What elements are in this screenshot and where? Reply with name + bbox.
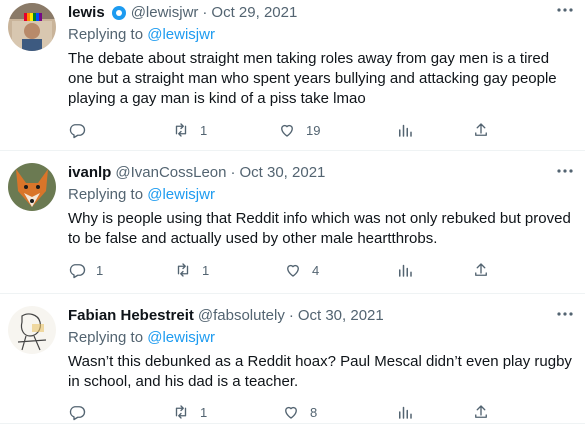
views-icon	[399, 124, 412, 137]
separator-dot: ·	[288, 307, 294, 324]
like-icon	[287, 264, 299, 277]
avatar-photo-rainbow-flag-icon	[8, 3, 56, 51]
tweet-header: ivanlp @IvanCossLeon · Oct 30, 2021	[68, 163, 575, 183]
share-icon	[475, 405, 487, 418]
views-button[interactable]	[396, 120, 414, 140]
replying-to-link[interactable]: @lewisjwr	[147, 186, 215, 203]
tweet-text: Wasn’t this debunked as a Reddit hoax? P…	[68, 353, 572, 390]
tweet-date[interactable]: Oct 30, 2021	[298, 306, 384, 326]
like-count: 4	[312, 262, 320, 278]
replying-to-link[interactable]: @lewisjwr	[147, 329, 215, 346]
tweet-header: lewis @lewisjwr · Oct 29, 2021	[68, 3, 575, 23]
avatar-fox-icon	[8, 163, 56, 211]
retweet-button[interactable]: 1	[172, 402, 207, 422]
replying-to-link[interactable]: @lewisjwr	[147, 26, 215, 43]
like-icon	[285, 406, 297, 419]
avatar[interactable]	[8, 306, 56, 354]
tweet-3[interactable]: Fabian Hebestreit @fabsolutely · Oct 30,…	[0, 294, 585, 424]
tweet-text: Why is people using that Reddit info whi…	[68, 210, 571, 247]
tweet-date[interactable]: Oct 29, 2021	[211, 3, 297, 23]
avatar[interactable]	[8, 163, 56, 211]
like-button[interactable]: 4	[284, 260, 319, 280]
reply-icon	[69, 264, 86, 279]
retweet-icon	[177, 263, 189, 277]
share-icon	[475, 263, 487, 276]
tweet-actions: 1 19	[68, 120, 493, 140]
replying-to-label: Replying to	[68, 186, 144, 203]
reply-icon	[69, 124, 86, 139]
reply-icon	[69, 406, 86, 421]
retweet-count: 1	[200, 122, 208, 138]
avatar[interactable]	[8, 3, 56, 51]
tweet-actions: 1 1 4	[68, 260, 493, 280]
reply-button[interactable]: 1	[68, 260, 103, 280]
tweet-2[interactable]: ivanlp @IvanCossLeon · Oct 30, 2021 Repl…	[0, 151, 585, 294]
more-icon[interactable]	[555, 163, 575, 179]
more-icon[interactable]	[555, 306, 575, 322]
share-button[interactable]	[472, 120, 490, 140]
more-icon[interactable]	[555, 2, 575, 18]
separator-dot: ·	[230, 164, 236, 181]
share-icon	[475, 123, 487, 136]
verified-badge-icon	[111, 5, 127, 21]
like-button[interactable]: 8	[282, 402, 317, 422]
author-name[interactable]: ivanlp	[68, 163, 111, 183]
author-name[interactable]: Fabian Hebestreit	[68, 306, 194, 326]
tweet-date[interactable]: Oct 30, 2021	[239, 163, 325, 183]
like-icon	[281, 124, 293, 137]
views-button[interactable]	[396, 402, 414, 422]
like-button[interactable]: 19	[278, 120, 320, 140]
author-handle[interactable]: @fabsolutely	[198, 306, 285, 326]
replying-to: Replying to @lewisjwr	[68, 185, 575, 205]
like-count: 19	[306, 122, 321, 138]
replying-to: Replying to @lewisjwr	[68, 328, 575, 348]
retweet-icon	[175, 123, 187, 137]
views-icon	[399, 406, 412, 419]
reply-button[interactable]	[68, 120, 96, 140]
share-button[interactable]	[472, 402, 490, 422]
separator-dot: ·	[202, 4, 208, 21]
tweet-text: The debate about straight men taking rol…	[68, 50, 557, 107]
author-handle[interactable]: @IvanCossLeon	[115, 163, 226, 183]
tweet-1[interactable]: lewis @lewisjwr · Oct 29, 2021 Replying …	[0, 0, 585, 151]
author-name[interactable]: lewis	[68, 3, 105, 23]
avatar-sketch-drawing-icon	[8, 306, 56, 354]
retweet-button[interactable]: 1	[174, 260, 209, 280]
views-button[interactable]	[396, 260, 414, 280]
retweet-button[interactable]: 1	[172, 120, 207, 140]
tweet-header: Fabian Hebestreit @fabsolutely · Oct 30,…	[68, 306, 575, 326]
retweet-count: 1	[200, 404, 208, 420]
replying-to-label: Replying to	[68, 329, 144, 346]
retweet-count: 1	[202, 262, 210, 278]
author-handle[interactable]: @lewisjwr	[131, 3, 199, 23]
share-button[interactable]	[472, 260, 490, 280]
views-icon	[399, 264, 412, 277]
retweet-icon	[175, 405, 187, 419]
reply-button[interactable]	[68, 402, 96, 422]
tweet-actions: 1 8	[68, 402, 493, 422]
replying-to: Replying to @lewisjwr	[68, 25, 575, 45]
replying-to-label: Replying to	[68, 26, 144, 43]
like-count: 8	[310, 404, 318, 420]
reply-count: 1	[96, 262, 104, 278]
